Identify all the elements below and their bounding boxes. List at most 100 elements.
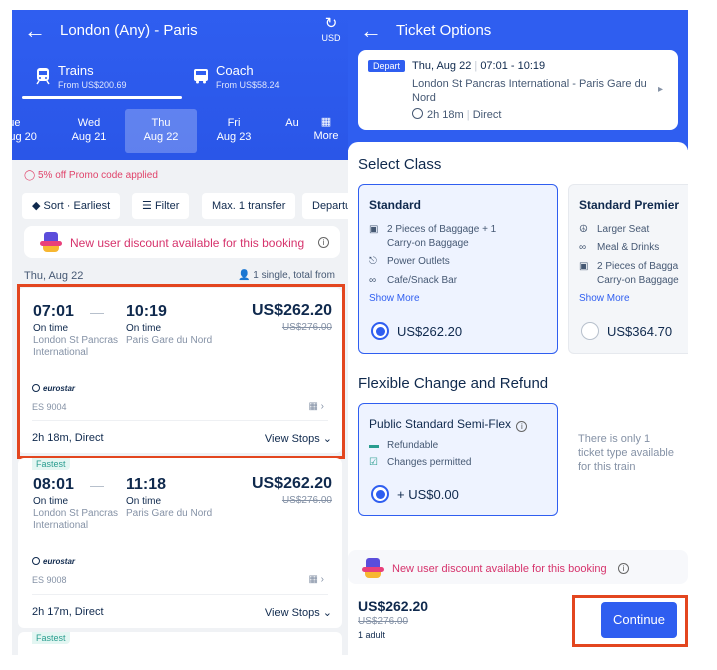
filter-chip[interactable]: ☰ Filter — [132, 193, 190, 219]
booking-footer: New user discount available for this boo… — [348, 550, 688, 655]
class-radio-selected[interactable] — [371, 322, 389, 340]
promo-text: 5% off Promo code applied — [37, 170, 158, 181]
departure-label: Departu — [312, 200, 348, 212]
refund-icon: ▬ — [369, 440, 379, 451]
continue-button[interactable]: Continue — [601, 602, 677, 638]
passenger-summary: 👤 1 single, total from — [238, 270, 335, 281]
trip-duration: 2h 17m, Direct — [32, 606, 104, 618]
date-day: Tue — [12, 117, 21, 129]
info-icon[interactable]: i — [516, 421, 528, 432]
departure-station: London St Pancras International — [33, 508, 119, 531]
more-dates-button[interactable]: ▦ More — [308, 109, 344, 153]
show-more-link[interactable]: Show More — [369, 293, 420, 304]
total-old-price: US$276.00 — [358, 616, 409, 627]
divider — [32, 594, 328, 595]
show-more-link[interactable]: Show More — [579, 293, 630, 304]
feature-item: Carry-on Baggage — [597, 275, 679, 286]
date-aug20[interactable]: Tue Aug 20 — [12, 109, 38, 153]
currency-label: USD — [321, 33, 341, 43]
arrival-time: 11:18 — [126, 476, 167, 493]
feature-item: ⎋ Power Outlets — [369, 256, 450, 267]
feature-item: ▬ Refundable — [369, 440, 439, 451]
flex-option-card[interactable]: Public Standard Semi-Flex i ▬ Refundable … — [358, 403, 558, 516]
new-user-banner[interactable]: New user discount available for this boo… — [24, 226, 340, 258]
gift-hat-icon — [362, 558, 384, 578]
train-icon — [36, 68, 50, 85]
class-radio-unselected[interactable] — [581, 322, 599, 340]
calendar-icon: ▦ — [320, 116, 332, 128]
class-standard-premier-card[interactable]: Standard Premier ☮ Larger Seat ∞ Meal & Dr… — [568, 184, 688, 354]
date-aug21[interactable]: Wed Aug 21 — [64, 109, 114, 153]
journey-summary-card[interactable]: Depart Thu, Aug 22 | 07:01 - 10:19 Londo… — [358, 50, 678, 130]
departure-time: 08:01 — [33, 476, 74, 493]
more-label: More — [313, 130, 339, 142]
back-arrow-icon[interactable]: ← — [24, 20, 46, 42]
trip-old-price: US$276.00 — [281, 495, 332, 506]
departure-chip[interactable]: Departu — [302, 193, 348, 219]
select-class-heading: Select Class — [358, 156, 442, 173]
transfer-chip[interactable]: Max. 1 transfer — [202, 193, 296, 219]
total-price: US$262.20 — [358, 598, 429, 614]
feature-item: ☑ Changes permitted — [369, 457, 472, 468]
utensils-icon: ∞ — [579, 242, 587, 253]
passenger-count: 1 adult — [358, 630, 386, 640]
class-name: Standard — [369, 198, 422, 212]
banner-text: New user discount available for this boo… — [392, 563, 607, 575]
currency-button[interactable]: ↻ USD — [318, 15, 344, 44]
date-label: Aug 22 — [143, 131, 179, 143]
results-header: ← London (Any) - Paris ↻ USD Trains From… — [12, 10, 348, 160]
date-day: Fri — [227, 117, 241, 129]
tab-trains-price: From US$200.69 — [58, 80, 127, 90]
luggage-icon: ▣ — [579, 261, 589, 272]
info-icon[interactable]: i — [318, 237, 329, 248]
date-aug23[interactable]: Fri Aug 23 — [208, 109, 260, 153]
date-label: Aug 23 — [216, 131, 252, 143]
feature-item: ∞ Meal & Drinks — [579, 242, 660, 253]
journey-duration: 2h 18m | Direct — [412, 108, 501, 121]
info-icon[interactable]: i — [618, 563, 629, 574]
sort-chip[interactable]: ◆ Sort · Earliest — [22, 193, 121, 219]
journey-datetime: Thu, Aug 22 | 07:01 - 10:19 — [412, 60, 546, 72]
date-day: Wed — [77, 117, 101, 129]
refresh-currency-icon: ↻ — [324, 15, 338, 32]
view-stops-button[interactable]: View Stops ⌄ — [265, 606, 332, 619]
journey-type: Direct — [472, 109, 502, 121]
fastest-badge: Fastest — [32, 458, 70, 470]
flex-option-name: Public Standard Semi-Flex i — [369, 417, 528, 432]
utensils-icon: ∞ — [369, 275, 377, 286]
seat-map-icon[interactable]: ▦ › — [308, 574, 324, 585]
feature-item: ▣ 2 Pieces of Baggage + 1 — [369, 224, 497, 235]
chevron-down-icon: ⌄ — [322, 607, 332, 619]
banner-text: New user discount available for this boo… — [70, 236, 305, 250]
filter-label: Filter — [154, 200, 180, 212]
bus-icon — [194, 69, 208, 84]
flex-radio-selected[interactable] — [371, 485, 389, 503]
power-outlet-icon: ⎋ — [369, 256, 377, 267]
trip-card-0801[interactable]: Fastest 08:01 On time London St Pancras … — [18, 458, 342, 628]
tab-coach-label: Coach — [216, 63, 254, 78]
list-date: Thu, Aug 22 — [24, 270, 84, 282]
ticket-options-screen: ← Ticket Options Depart Thu, Aug 22 | 07… — [348, 10, 688, 655]
date-day: Au — [285, 117, 299, 129]
back-arrow-icon[interactable]: ← — [360, 20, 382, 42]
selected-trip-highlight — [17, 284, 345, 459]
trip-card-next[interactable]: Fastest — [18, 632, 342, 655]
new-user-banner[interactable]: New user discount available for this boo… — [348, 550, 688, 584]
tag-icon: ◯ — [24, 170, 36, 181]
pax-text: 1 single, total from — [253, 270, 335, 281]
tab-trains-label: Trains — [58, 63, 94, 78]
feature-item: ▣ 2 Pieces of Bagga — [579, 261, 679, 272]
screenshot-pair: ← London (Any) - Paris ↻ USD Trains From… — [0, 0, 717, 670]
journey-time: 07:01 - 10:19 — [480, 60, 546, 72]
journey-date: Thu, Aug 22 — [412, 60, 472, 72]
date-label: Aug 21 — [71, 131, 107, 143]
train-results-screen: ← London (Any) - Paris ↻ USD Trains From… — [12, 10, 348, 655]
journey-route: London St Pancras International - Paris … — [412, 78, 647, 104]
tab-coach-price: From US$58.24 — [216, 80, 280, 90]
route-title: London (Any) - Paris — [60, 22, 198, 39]
sort-label: Sort · Earliest — [43, 200, 111, 212]
date-aug22-selected[interactable]: Thu Aug 22 — [125, 109, 197, 153]
date-aug24-partial[interactable]: Au — [282, 109, 302, 153]
class-standard-card[interactable]: Standard ▣ 2 Pieces of Baggage + 1 Carry-… — [358, 184, 558, 354]
arrival-station: Paris Gare du Nord — [126, 508, 213, 519]
